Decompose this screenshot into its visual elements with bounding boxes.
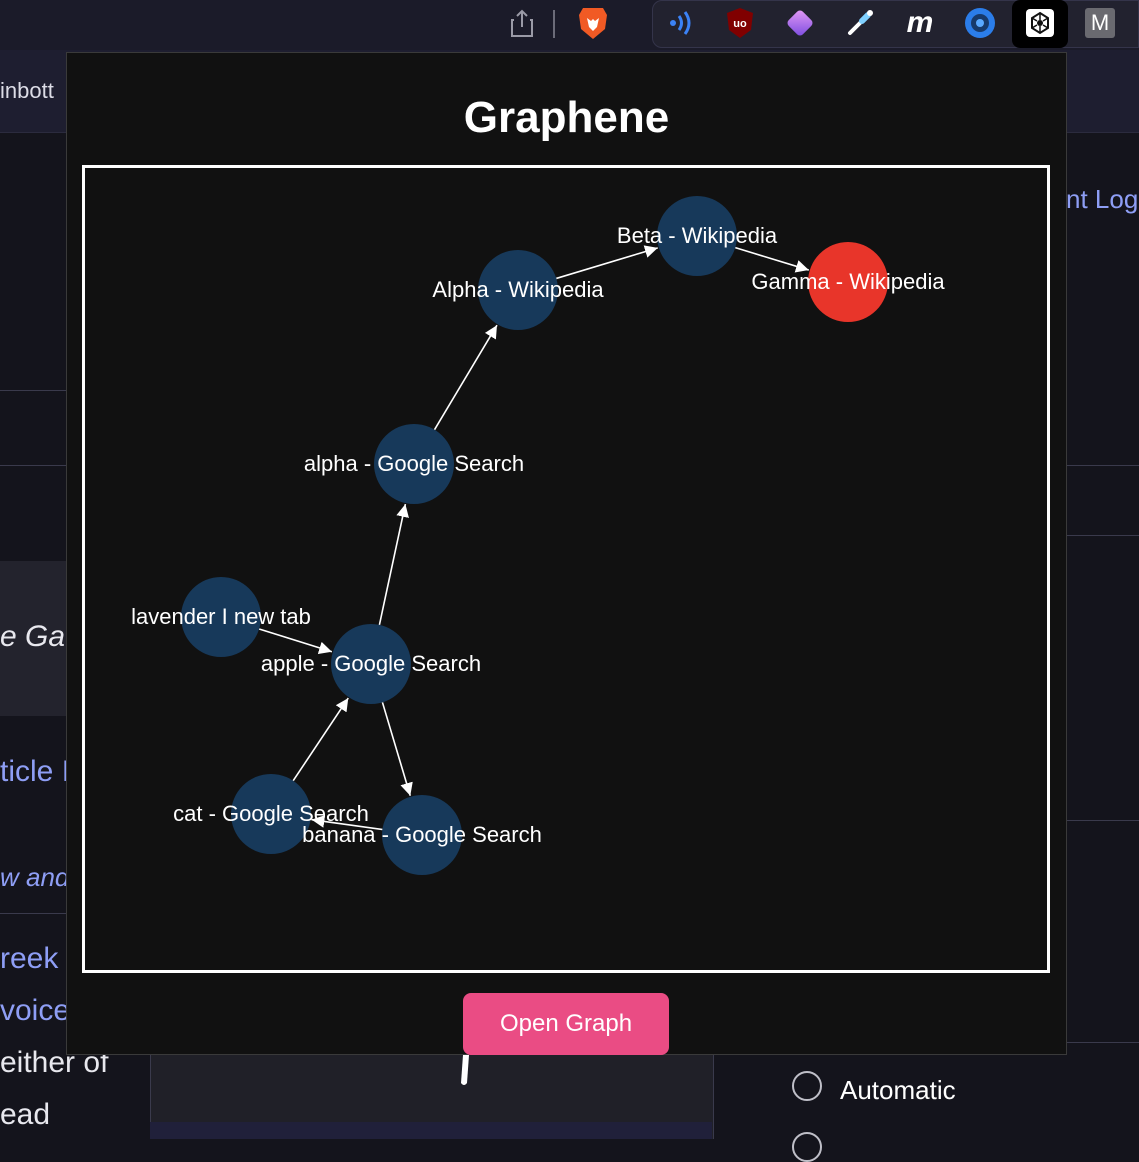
radio-option[interactable] (792, 1132, 822, 1162)
graph-node-label: Beta - Wikipedia (617, 223, 778, 248)
browser-toolbar: uo m M (0, 0, 1139, 50)
graph-node-label: Gamma - Wikipedia (751, 269, 945, 294)
body-text-line: ead (0, 1098, 51, 1131)
automatic-radio[interactable] (792, 1071, 822, 1101)
edge-apple-to-alpha_search (378, 503, 409, 626)
brave-lion-icon[interactable] (573, 4, 613, 42)
m-square-icon[interactable]: M (1080, 4, 1120, 42)
audio-player-strip (150, 1122, 712, 1139)
blue-circle-lens-icon[interactable] (960, 4, 1000, 42)
edge-lavender-to-apple (258, 628, 333, 655)
greek-link[interactable]: reek (0, 942, 58, 976)
article-heading[interactable]: ticle I (0, 755, 70, 789)
edge-alpha_wiki-to-beta (556, 245, 658, 280)
open-graph-button[interactable]: Open Graph (463, 993, 669, 1055)
speaker-icon (461, 1055, 469, 1085)
divider (1066, 535, 1139, 536)
graph-node-label: Alpha - Wikipedia (432, 277, 604, 302)
share-icon[interactable] (502, 4, 542, 42)
graphene-hexagon-icon[interactable] (1020, 4, 1060, 42)
notice-text: e Ga (0, 620, 66, 653)
divider (0, 390, 66, 391)
automatic-label: Automatic (840, 1075, 956, 1105)
divider (0, 465, 66, 466)
divider (1066, 820, 1139, 821)
edge-beta-to-gamma (735, 246, 810, 273)
edge-alpha_search-to-alpha_wiki (433, 324, 498, 431)
graph-svg[interactable]: Beta - Wikipedia Gamma - Wikipedia Alpha -… (85, 168, 1047, 970)
eyedropper-icon[interactable] (840, 4, 880, 42)
graph-node-label: banana - Google Search (302, 822, 542, 847)
m-script-icon[interactable]: m (900, 4, 940, 42)
popup-title: Graphene (463, 93, 670, 142)
italic-link[interactable]: w and (0, 862, 69, 893)
graph-canvas[interactable]: Beta - Wikipedia Gamma - Wikipedia Alpha -… (82, 165, 1050, 973)
gem-diamond-icon[interactable] (780, 4, 820, 42)
graph-node-label: apple - Google Search (261, 651, 481, 676)
svg-text:uo: uo (733, 18, 747, 30)
toolbar-separator (553, 10, 555, 38)
edge-cat-to-apple (292, 697, 349, 782)
graph-node-label: lavender I new tab (131, 604, 311, 629)
wave-signal-icon[interactable] (660, 4, 700, 42)
divider (0, 913, 66, 914)
graph-node-label: alpha - Google Search (304, 451, 524, 476)
edge-apple-to-banana (381, 702, 413, 796)
voice-link[interactable]: voice (0, 994, 70, 1028)
divider (1066, 465, 1139, 466)
header-links[interactable]: nt Log (1066, 184, 1138, 215)
ublock-origin-icon[interactable]: uo (720, 4, 760, 42)
